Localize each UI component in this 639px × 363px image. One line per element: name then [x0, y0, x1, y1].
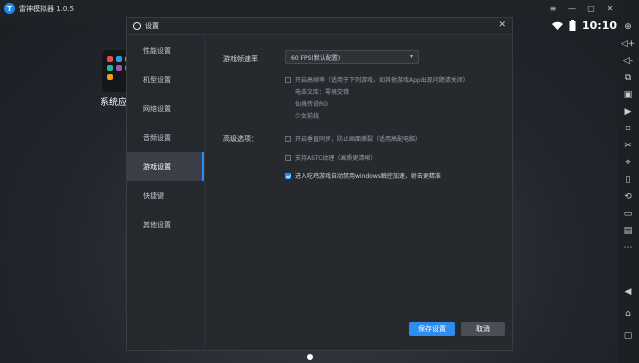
dialog-title: 设置: [145, 22, 159, 30]
menu-icon[interactable]: ≡: [548, 4, 558, 13]
astc-option[interactable]: 支持ASTC纹理（画质更清晰）: [285, 153, 505, 162]
battery-icon: [569, 19, 576, 31]
keyboard-map-icon[interactable]: ⊕: [621, 20, 635, 34]
touch-accel-text: 进入吃鸡游戏自动禁用windows触控加速，射击更精准: [295, 173, 441, 180]
app-logo-icon: T: [4, 3, 15, 14]
page-indicator-dot: [307, 354, 313, 360]
high-fps-text: 开启高帧率（适用于下列游戏，如其他游戏App出现问题请关闭）: [295, 77, 469, 84]
multi-instance-icon[interactable]: ⧉: [621, 71, 635, 85]
nav-item-game[interactable]: 游戏设置: [127, 152, 204, 181]
minimize-icon[interactable]: —: [567, 4, 577, 13]
apk-install-icon[interactable]: ▤: [621, 224, 635, 238]
dialog-header: 设置 ✕: [127, 18, 512, 35]
volume-down-icon[interactable]: ◁-: [621, 54, 635, 68]
save-button[interactable]: 保存设置: [409, 322, 455, 336]
emulator-titlebar: T 雷神模拟器 1.0.5 ≡ — ▢ ✕: [0, 0, 639, 17]
settings-dialog: 设置 ✕ 性能设置 机型设置 网络设置 音频设置 游戏设置 快捷键 其他设置 游…: [126, 17, 513, 351]
high-fps-option[interactable]: 开启高帧率（适用于下列游戏，如其他游戏App出现问题请关闭）: [285, 75, 505, 84]
nav-item-model[interactable]: 机型设置: [127, 65, 204, 94]
high-fps-checkbox[interactable]: [285, 77, 291, 83]
sync-icon[interactable]: ⟲: [621, 190, 635, 204]
screenshot-icon[interactable]: ▣: [621, 88, 635, 102]
recents-icon[interactable]: ▢: [621, 329, 635, 343]
fps-select-value: 60 FPS(默认配置): [291, 54, 341, 62]
android-statusbar: 10:10: [551, 17, 617, 33]
game-list-item: 少女前线: [295, 113, 320, 120]
clock: 10:10: [581, 18, 617, 32]
vsync-checkbox[interactable]: [285, 136, 291, 142]
nav-item-shortcuts[interactable]: 快捷键: [127, 181, 204, 210]
vsync-text: 开启垂直同步，防止画面撕裂（适用高配电脑）: [295, 136, 422, 143]
more-icon[interactable]: ⋯: [621, 241, 635, 255]
cancel-button[interactable]: 取消: [461, 322, 505, 336]
close-window-icon[interactable]: ✕: [605, 4, 615, 13]
astc-checkbox[interactable]: [285, 155, 291, 161]
nav-item-network[interactable]: 网络设置: [127, 94, 204, 123]
nav-item-performance[interactable]: 性能设置: [127, 36, 204, 65]
folder-icon[interactable]: ▭: [621, 207, 635, 221]
maximize-icon[interactable]: ▢: [586, 4, 596, 13]
fps-label: 游戏帧速率: [223, 55, 258, 63]
shake-icon[interactable]: ▯: [621, 173, 635, 187]
astc-text: 支持ASTC纹理（画质更清晰）: [295, 155, 377, 162]
settings-nav: 性能设置 机型设置 网络设置 音频设置 游戏设置 快捷键 其他设置: [127, 36, 205, 350]
cut-icon[interactable]: ✂: [621, 139, 635, 153]
fps-select[interactable]: 60 FPS(默认配置) ▾: [285, 50, 419, 64]
touch-accel-option[interactable]: 进入吃鸡游戏自动禁用windows触控加速，射击更精准: [285, 171, 507, 180]
chevron-down-icon: ▾: [409, 53, 413, 60]
wifi-icon: [551, 21, 563, 30]
nav-item-audio[interactable]: 音频设置: [127, 123, 204, 152]
screenshot-alt-icon[interactable]: ⌗: [621, 122, 635, 136]
touch-accel-checkbox[interactable]: [285, 173, 291, 179]
volume-up-icon[interactable]: ◁+: [621, 37, 635, 51]
app-title: 雷神模拟器 1.0.5: [19, 4, 75, 13]
location-icon[interactable]: ⌖: [621, 156, 635, 170]
vsync-option[interactable]: 开启垂直同步，防止画面撕裂（适用高配电脑）: [285, 134, 505, 143]
nav-item-other[interactable]: 其他设置: [127, 210, 204, 239]
gear-icon: [133, 22, 141, 30]
game-list-item: 仙境传说RO: [295, 101, 328, 108]
game-list-item: 电击文库：零境交错: [295, 89, 350, 96]
back-icon[interactable]: ◀: [621, 285, 635, 299]
record-icon[interactable]: ▶: [621, 105, 635, 119]
dialog-close-icon[interactable]: ✕: [498, 20, 506, 30]
advanced-label: 高级选项：: [223, 135, 258, 143]
window-controls: ≡ — ▢ ✕: [548, 0, 615, 17]
emulator-toolbar: ⊕ ◁+ ◁- ⧉ ▣ ▶ ⌗ ✂ ⌖ ▯ ⟲ ▭ ▤ ⋯ ◀ ⌂ ▢: [617, 0, 639, 363]
home-icon[interactable]: ⌂: [621, 307, 635, 321]
